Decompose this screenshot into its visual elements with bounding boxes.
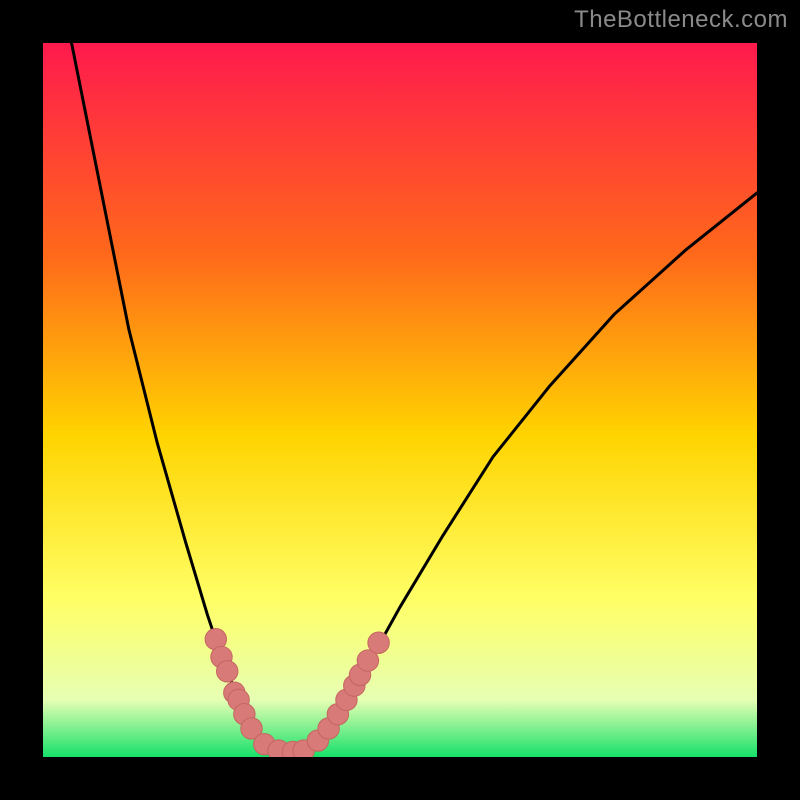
gradient-background	[43, 43, 757, 757]
watermark-text: TheBottleneck.com	[574, 6, 788, 34]
bottleneck-chart	[43, 43, 757, 757]
data-marker	[368, 632, 389, 653]
chart-frame: TheBottleneck.com	[0, 0, 800, 800]
data-marker	[217, 661, 238, 682]
